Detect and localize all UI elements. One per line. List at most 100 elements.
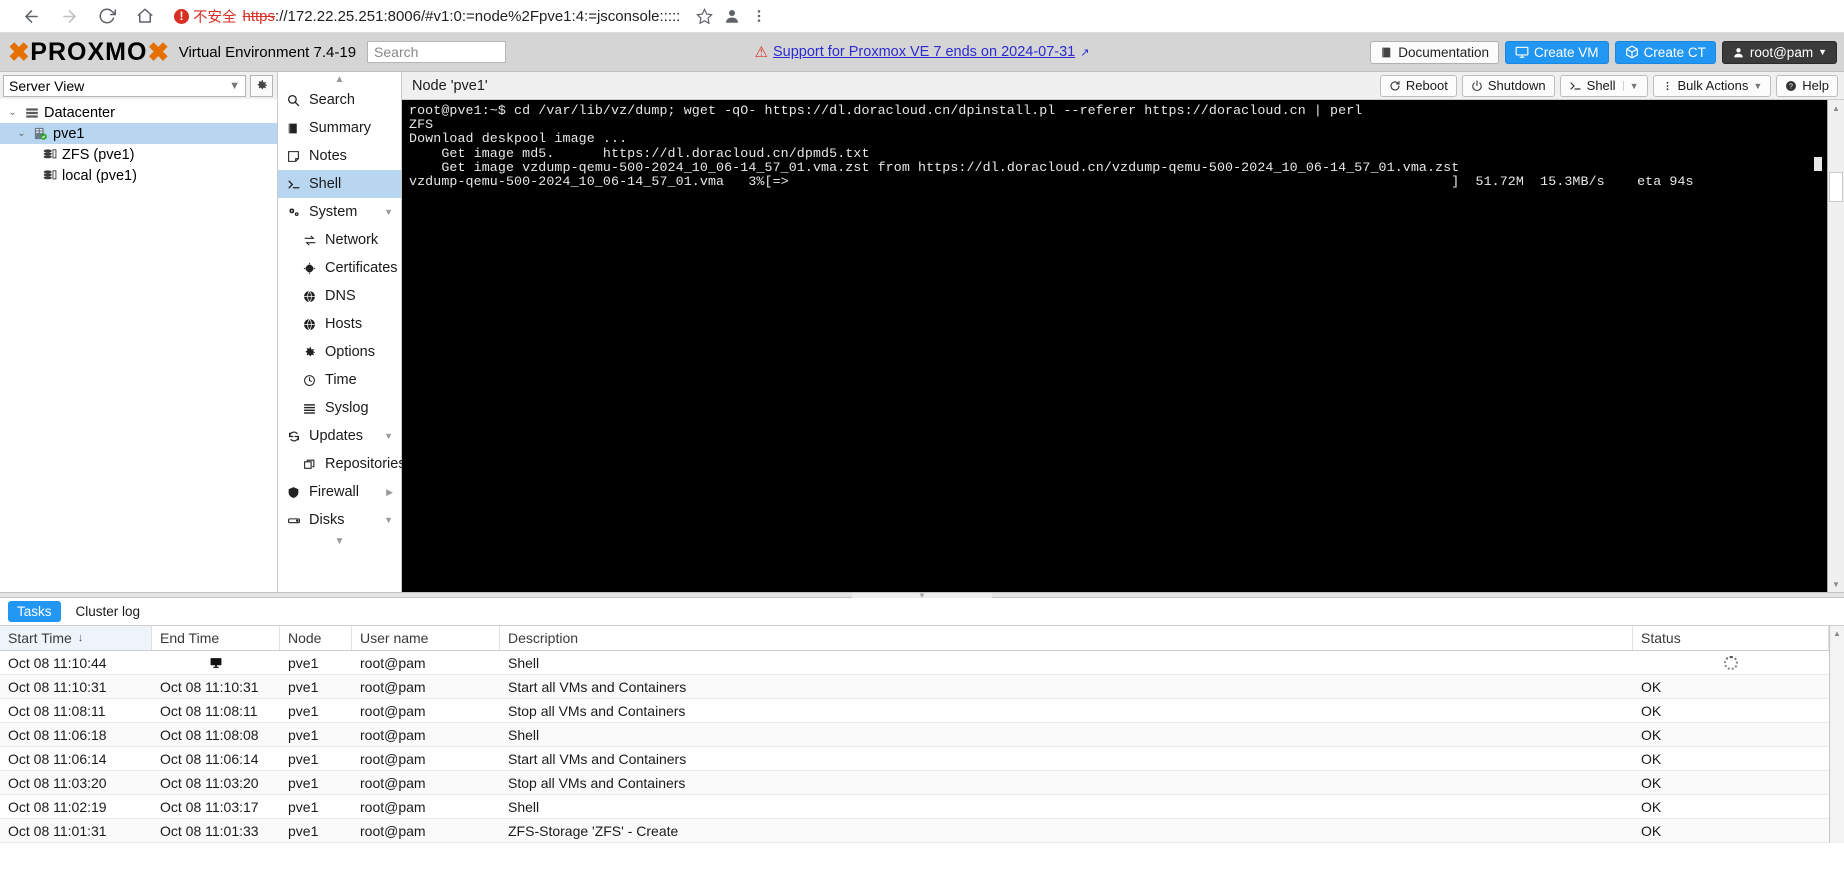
- tree-item-local[interactable]: local (pve1): [0, 165, 277, 186]
- create-ct-button[interactable]: Create CT: [1614, 40, 1716, 64]
- nav-item-notes[interactable]: Notes: [278, 142, 401, 170]
- cell-node: pve1: [288, 702, 319, 719]
- tab-cluster-log[interactable]: Cluster log: [67, 601, 150, 622]
- system-gears-icon: [286, 206, 301, 219]
- reboot-label: Reboot: [1405, 78, 1448, 93]
- profile-icon[interactable]: [723, 7, 741, 25]
- table-row[interactable]: Oct 08 11:03:20 Oct 08 11:03:20 pve1 root@p…: [0, 771, 1829, 795]
- help-button[interactable]: ? Help: [1776, 74, 1838, 97]
- support-link[interactable]: Support for Proxmox VE 7 ends on 2024-07…: [773, 44, 1075, 60]
- column-header-node[interactable]: Node: [280, 626, 352, 650]
- cell-user-name: root@pam: [360, 750, 426, 767]
- cell-status: OK: [1641, 702, 1662, 719]
- panel-splitter[interactable]: ▼: [0, 591, 1844, 599]
- cell-end-time: Oct 08 11:03:20: [160, 774, 259, 791]
- chevron-down-icon: ▼: [1818, 47, 1827, 57]
- nav-item-updates[interactable]: Updates ▼: [278, 422, 401, 450]
- storage-icon: [41, 148, 58, 162]
- back-arrow-icon[interactable]: [14, 1, 48, 31]
- home-icon[interactable]: [128, 1, 162, 31]
- shell-terminal[interactable]: root@pve1:~$ cd /var/lib/vz/dump; wget -…: [402, 100, 1844, 592]
- reload-icon[interactable]: [90, 1, 124, 31]
- table-row[interactable]: Oct 08 11:01:31 Oct 08 11:01:33 pve1 root@p…: [0, 819, 1829, 843]
- nav-scroll-up-icon[interactable]: ▲: [278, 72, 401, 86]
- tasks-scrollbar[interactable]: ▲: [1829, 626, 1844, 843]
- scroll-up-icon[interactable]: ▲: [1832, 100, 1840, 116]
- expander-icon[interactable]: ⌄: [15, 128, 28, 139]
- nav-item-firewall[interactable]: Firewall ▶: [278, 478, 401, 506]
- nav-item-time[interactable]: Time: [278, 366, 401, 394]
- table-row[interactable]: Oct 08 11:06:14 Oct 08 11:06:14 pve1 root@p…: [0, 747, 1829, 771]
- not-secure-indicator[interactable]: ! 不安全: [174, 6, 237, 27]
- table-row[interactable]: Oct 08 11:08:11 Oct 08 11:08:11 pve1 root@p…: [0, 699, 1829, 723]
- chevron-down-icon[interactable]: ▼: [384, 515, 393, 525]
- shutdown-label: Shutdown: [1487, 78, 1546, 93]
- address-bar[interactable]: ! 不安全 https://172.22.25.251:8006/#v1:0:=…: [174, 3, 1830, 30]
- star-icon[interactable]: [696, 7, 714, 25]
- shell-button[interactable]: Shell ▼: [1559, 74, 1648, 97]
- terminal-cursor: [1814, 157, 1822, 171]
- column-header-status[interactable]: Status: [1633, 626, 1829, 650]
- nav-item-syslog[interactable]: Syslog: [278, 394, 401, 422]
- cell-start-time: Oct 08 11:10:31: [8, 678, 107, 695]
- nav-item-search[interactable]: Search: [278, 86, 401, 114]
- search-input[interactable]: Search: [367, 41, 507, 63]
- chevron-down-icon[interactable]: ▼: [1622, 80, 1639, 91]
- gear-icon[interactable]: [250, 74, 273, 97]
- cell-start-time: Oct 08 11:02:19: [8, 798, 107, 815]
- nav-item-repositories[interactable]: Repositories: [278, 450, 406, 478]
- reboot-button[interactable]: Reboot: [1379, 74, 1457, 97]
- scroll-up-icon[interactable]: ▲: [1833, 626, 1841, 640]
- cell-description: Shell: [508, 654, 540, 671]
- nav-item-label: Notes: [309, 148, 347, 164]
- nav-item-network[interactable]: Network: [278, 226, 401, 254]
- cell-description: Shell: [508, 798, 540, 815]
- nav-item-shell[interactable]: Shell: [278, 170, 401, 198]
- tree-toolbar: Server View ▼: [0, 72, 277, 99]
- nav-item-options[interactable]: Options: [278, 338, 401, 366]
- tab-tasks[interactable]: Tasks: [8, 601, 61, 622]
- nav-item-summary[interactable]: Summary: [278, 114, 401, 142]
- terminal-scrollbar[interactable]: ▲ ▼: [1827, 100, 1844, 592]
- forward-arrow-icon[interactable]: [52, 1, 86, 31]
- column-header-description[interactable]: Description: [500, 626, 1633, 650]
- scrollbar-thumb[interactable]: [1829, 172, 1843, 202]
- nav-item-label: Options: [325, 344, 375, 360]
- chevron-down-icon[interactable]: ▼: [384, 207, 393, 217]
- user-menu-button[interactable]: root@pam ▼: [1721, 40, 1837, 64]
- nav-item-dns[interactable]: DNS: [278, 282, 401, 310]
- column-header-start-time[interactable]: Start Time ↓: [0, 626, 152, 650]
- nav-item-disks[interactable]: Disks ▼: [278, 506, 401, 534]
- nav-scroll-down-icon[interactable]: ▼: [278, 534, 401, 548]
- tree-item-datacenter[interactable]: ⌄ Datacenter: [0, 102, 277, 123]
- more-menu-icon[interactable]: [751, 8, 767, 24]
- table-row[interactable]: Oct 08 11:06:18 Oct 08 11:08:08 pve1 root@p…: [0, 723, 1829, 747]
- table-row[interactable]: Oct 08 11:02:19 Oct 08 11:03:17 pve1 root@p…: [0, 795, 1829, 819]
- chevron-right-icon[interactable]: ▶: [386, 487, 393, 498]
- chevron-down-icon[interactable]: ▼: [1753, 81, 1762, 91]
- tree-item-pve1[interactable]: ⌄ pve1: [0, 123, 277, 144]
- nav-item-hosts[interactable]: Hosts: [278, 310, 401, 338]
- scroll-down-icon[interactable]: ▼: [1832, 576, 1840, 592]
- cell-node: pve1: [288, 798, 319, 815]
- tasks-tabbar: Tasks Cluster log: [0, 598, 1844, 626]
- bulk-actions-button[interactable]: Bulk Actions ▼: [1652, 74, 1772, 97]
- create-vm-button[interactable]: Create VM: [1505, 40, 1609, 64]
- shutdown-button[interactable]: Shutdown: [1461, 74, 1555, 97]
- expander-icon[interactable]: ⌄: [6, 107, 19, 118]
- not-secure-label: 不安全: [193, 9, 237, 26]
- nav-item-certificates[interactable]: Certificates: [278, 254, 401, 282]
- table-row[interactable]: Oct 08 11:10:44 pve1 root@pam Shell: [0, 651, 1829, 675]
- view-selector[interactable]: Server View ▼: [3, 74, 246, 97]
- column-header-end-time[interactable]: End Time: [152, 626, 280, 650]
- nav-item-system[interactable]: System ▼: [278, 198, 401, 226]
- documentation-button[interactable]: Documentation: [1370, 40, 1500, 64]
- column-header-user-name[interactable]: User name: [352, 626, 500, 650]
- splitter-grip-icon[interactable]: ▼: [852, 591, 992, 599]
- bulk-actions-label: Bulk Actions: [1677, 78, 1749, 93]
- tree-item-zfs[interactable]: ZFS (pve1): [0, 144, 277, 165]
- table-row[interactable]: Oct 08 11:10:31 Oct 08 11:10:31 pve1 root@p…: [0, 675, 1829, 699]
- proxmox-logo[interactable]: ✖ PROXMO ✖: [4, 37, 170, 68]
- chevron-down-icon[interactable]: ▼: [384, 431, 393, 441]
- logo-x-left-icon: ✖: [8, 36, 31, 67]
